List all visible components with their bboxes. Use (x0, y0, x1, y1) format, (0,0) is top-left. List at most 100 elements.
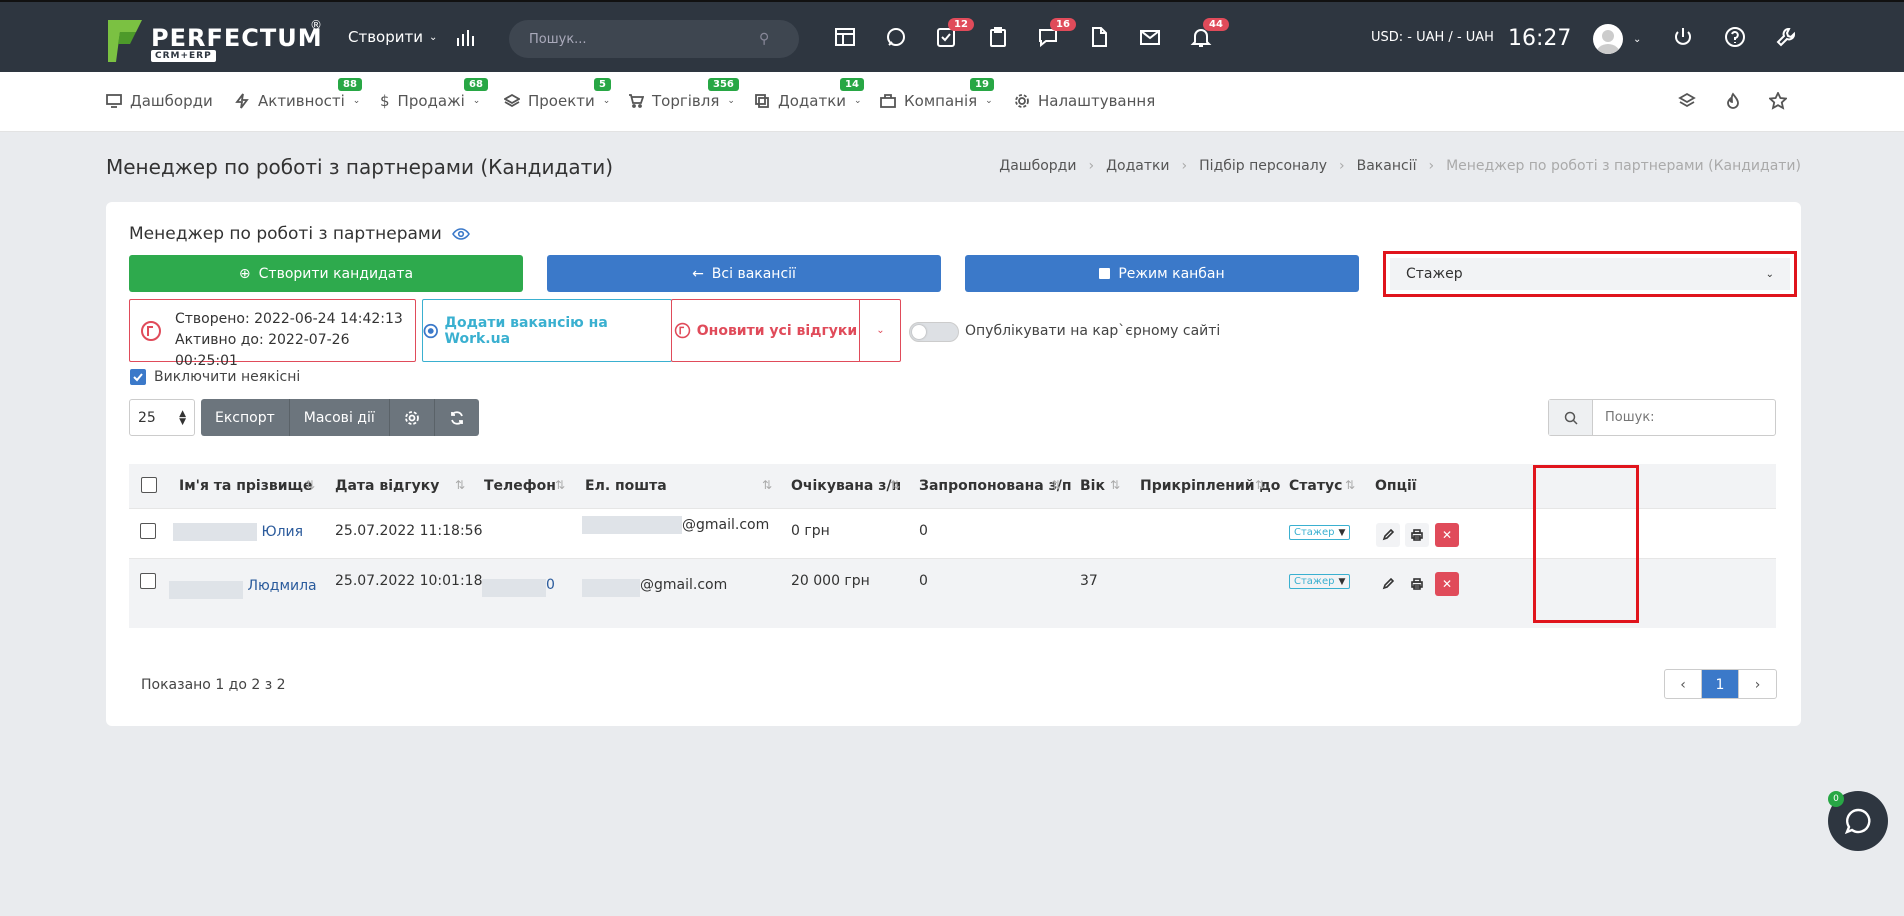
sort-icon[interactable]: ⇅ (1255, 478, 1265, 492)
nav-item-trade[interactable]: Торгівля ⌄ 356 (628, 78, 739, 110)
chevron-down-icon: ⌄ (854, 96, 862, 106)
create-candidate-label: Створити кандидата (258, 265, 414, 282)
page-size-select[interactable]: 25 ▲ ▼ (129, 399, 195, 436)
kanban-mode-button[interactable]: Режим канбан (965, 255, 1359, 292)
printer-icon (1411, 529, 1423, 541)
breadcrumb-item[interactable]: Дашборди (999, 158, 1076, 174)
nav-item-activities[interactable]: Активності ⌄ 88 (234, 78, 362, 110)
nav-item-company[interactable]: Компанія ⌄ 19 (880, 78, 994, 110)
gear-icon (404, 410, 419, 425)
logo[interactable]: PERFECTUM ® CRM+ERP (106, 18, 326, 66)
sort-icon[interactable]: ⇅ (455, 478, 465, 492)
sort-icon[interactable]: ⇅ (1110, 478, 1120, 492)
bar-chart-icon[interactable] (455, 26, 481, 52)
publish-toggle[interactable] (909, 322, 959, 342)
col-expected-salary[interactable]: Очікувана з/п (791, 478, 901, 494)
page-title: Менеджер по роботі з партнерами (Кандида… (106, 155, 614, 179)
delete-button[interactable]: ✕ (1435, 572, 1459, 596)
candidate-name-text[interactable]: Людмила (247, 578, 316, 594)
candidate-name[interactable]: Людмила (169, 573, 317, 599)
nav-item-sales[interactable]: $ Продажі ⌄ 68 (380, 78, 488, 110)
update-responses-dropdown[interactable]: ⌄ (859, 300, 901, 361)
add-workua-button[interactable]: Додати вакансію на Work.ua (422, 299, 672, 362)
breadcrumb-item[interactable]: Підбір персоналу (1199, 158, 1327, 174)
exclude-checkbox-row[interactable]: Виключити неякісні (130, 369, 300, 385)
nav-item-settings[interactable]: Налаштування (1014, 92, 1155, 110)
chevron-down-icon[interactable]: ⌄ (1633, 34, 1641, 45)
tasks-icon[interactable]: 12 (935, 18, 974, 52)
status-select[interactable]: Стажер ▼ (1289, 525, 1351, 540)
stage-select-value: Стажер (1406, 266, 1463, 282)
update-responses-button[interactable]: Оновити усі відгуки (672, 300, 859, 361)
export-button[interactable]: Експорт (201, 399, 290, 436)
document-icon[interactable] (1088, 26, 1114, 52)
eye-icon[interactable] (451, 227, 470, 241)
row-checkbox[interactable] (140, 573, 156, 589)
breadcrumb-item[interactable]: Вакансії (1357, 158, 1417, 174)
top-search-input[interactable] (529, 31, 759, 47)
sort-icon[interactable]: ⇅ (1051, 478, 1061, 492)
next-page-button[interactable]: › (1739, 670, 1776, 698)
print-button[interactable] (1405, 523, 1429, 547)
breadcrumb-item[interactable]: Додатки (1106, 158, 1169, 174)
refresh-button[interactable] (435, 399, 479, 436)
select-all-checkbox[interactable] (141, 477, 157, 493)
star-icon[interactable] (1769, 92, 1789, 112)
col-age[interactable]: Вік (1080, 478, 1105, 494)
stage-select[interactable]: Стажер ⌄ (1390, 258, 1790, 290)
logo-subtitle: CRM+ERP (151, 50, 216, 62)
edit-button[interactable] (1376, 523, 1400, 547)
chat-bubble-icon[interactable] (885, 26, 911, 52)
wrench-icon[interactable] (1775, 26, 1801, 52)
col-status[interactable]: Статус (1289, 478, 1342, 494)
bell-icon[interactable]: 44 (1190, 18, 1229, 52)
sort-icon[interactable]: ⇅ (555, 478, 565, 492)
row-checkbox[interactable] (140, 523, 156, 539)
create-candidate-button[interactable]: ⊕ Створити кандидата (129, 255, 523, 292)
clipboard-icon[interactable] (987, 26, 1013, 52)
delete-button[interactable]: ✕ (1435, 523, 1459, 547)
sort-icon[interactable]: ⇅ (890, 478, 900, 492)
col-email[interactable]: Ел. пошта (585, 478, 667, 494)
print-button[interactable] (1405, 572, 1429, 596)
sort-icon[interactable]: ⇅ (305, 478, 315, 492)
help-icon[interactable] (1724, 26, 1750, 52)
prev-page-button[interactable]: ‹ (1665, 670, 1702, 698)
page-button[interactable]: 1 (1702, 670, 1739, 698)
nav-item-projects[interactable]: Проекти ⌄ 5 (504, 78, 611, 110)
candidate-name-text[interactable]: Юлия (261, 524, 303, 540)
power-icon[interactable] (1672, 26, 1698, 52)
sort-icon[interactable]: ⇅ (1345, 478, 1355, 492)
avatar[interactable] (1593, 24, 1623, 54)
settings-button[interactable] (390, 399, 435, 436)
update-responses-label: Оновити усі відгуки (696, 322, 858, 339)
nav-item-addons[interactable]: Додатки ⌄ 14 (754, 78, 864, 110)
all-vacancies-button[interactable]: ← Всі вакансії (547, 255, 941, 292)
messages-icon[interactable]: 16 (1037, 18, 1076, 52)
mass-actions-button[interactable]: Масові дії (290, 399, 390, 436)
col-phone[interactable]: Телефон (484, 478, 556, 494)
create-menu[interactable]: Створити ⌄ (348, 28, 437, 46)
col-options: Опції (1375, 478, 1417, 494)
col-date[interactable]: Дата відгуку (335, 478, 439, 494)
col-offered-salary[interactable]: Запропонована з/п (919, 478, 1072, 494)
mail-icon[interactable] (1139, 26, 1165, 52)
sort-icon[interactable]: ⇅ (762, 478, 772, 492)
edit-button[interactable] (1376, 572, 1400, 596)
briefcase-icon (880, 94, 896, 108)
table-search-input[interactable] (1593, 400, 1773, 435)
layout-icon[interactable] (834, 26, 860, 52)
nav-item-label: Дашборди (130, 92, 213, 110)
layers-icon[interactable] (1678, 92, 1698, 112)
status-select[interactable]: Стажер ▼ (1289, 574, 1351, 589)
breadcrumb-current: Менеджер по роботі з партнерами (Кандида… (1446, 158, 1801, 174)
exclude-checkbox[interactable] (130, 369, 146, 385)
col-name[interactable]: Ім'я та прізвище (179, 478, 313, 494)
top-search[interactable]: ⚲ (509, 20, 799, 58)
phone-text[interactable]: 0 (546, 577, 555, 593)
flame-icon[interactable] (1724, 92, 1744, 112)
redacted-block (582, 579, 640, 597)
nav-item-dashboards[interactable]: Дашборди (106, 92, 213, 110)
candidate-name[interactable]: Юлия (173, 523, 303, 541)
table-header: Ім'я та прізвище ⇅ Дата відгуку ⇅ Телефо… (129, 464, 1776, 508)
